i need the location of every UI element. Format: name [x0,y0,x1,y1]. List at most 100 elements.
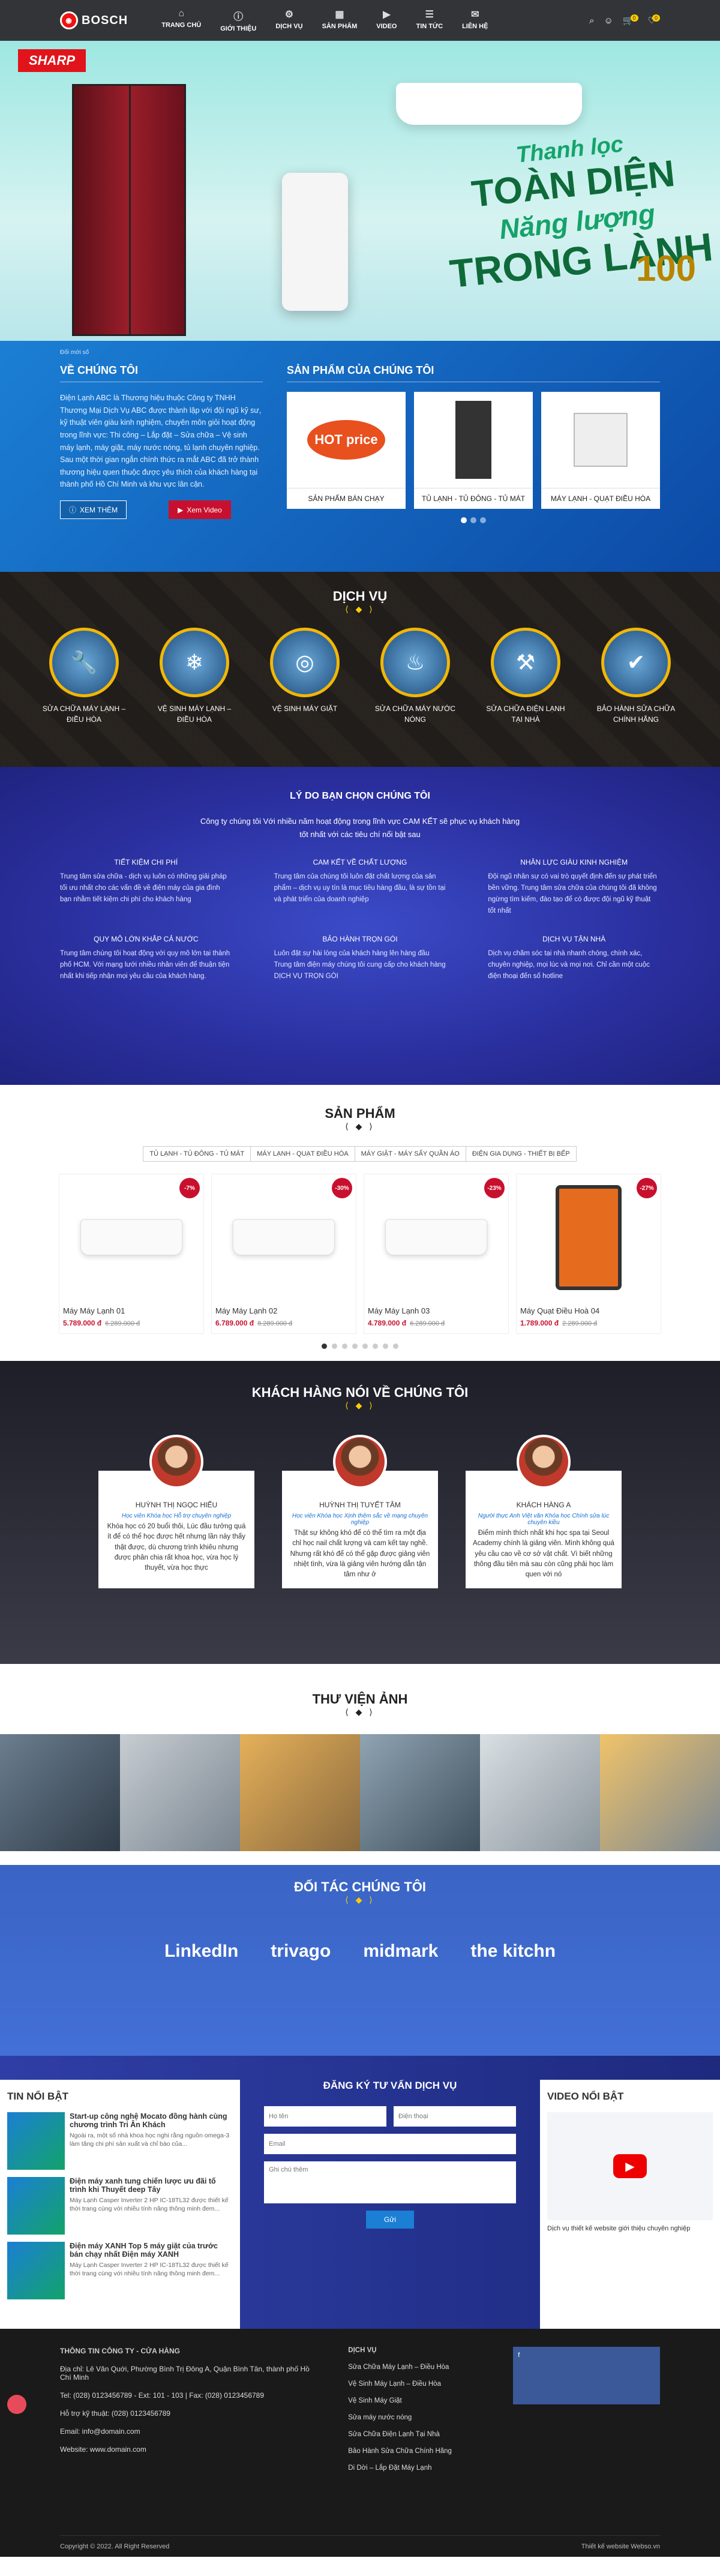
read-more-button[interactable]: ⓘ XEM THÊM [60,500,127,519]
carousel-dot[interactable] [461,517,467,523]
bosch-logo[interactable]: ◉ BOSCH [60,11,128,29]
footer-link[interactable]: Sửa máy nước nóng [348,2414,477,2421]
name-field[interactable]: Họ tên [264,2106,386,2127]
product-card[interactable]: -23% Máy Máy Lạnh 03 4.789.000 đ 6.289.000 … [364,1174,509,1334]
nav-products[interactable]: ▦ SẢN PHẨM [313,8,367,32]
video-player[interactable]: ▶ [547,2112,713,2220]
purifier-image [282,173,348,311]
service-heater-repair[interactable]: ♨ SỬA CHỮA MÁY NƯỚC NÓNG [370,628,460,725]
search-icon[interactable]: ⌕ [589,16,594,26]
carousel-dot[interactable] [470,517,476,523]
partners-title: ĐỐI TÁC CHÚNG TÔI [294,1879,426,1894]
product-card[interactable]: -27% Máy Quạt Điều Hoà 04 1.789.000 đ 2.289… [516,1174,661,1334]
product-image [233,1219,335,1255]
gallery-photo[interactable] [120,1734,240,1851]
tab-ac[interactable]: MÁY LẠNH - QUẠT ĐIỀU HÒA [250,1146,355,1162]
header-tools: ⌕ ☺ 🛒0 ♡0 [589,14,660,26]
nav-news[interactable]: ☰ TIN TỨC [406,8,452,32]
info-icon: ⓘ [233,12,244,22]
news-title: TIN NỔI BẬT [7,2091,68,2102]
section-divider: ⟨ ◆ ⟩ [345,1401,375,1410]
nav-services[interactable]: ⚙ DỊCH VỤ [266,8,312,32]
air-conditioner-image [396,83,582,125]
carousel-dot[interactable] [373,1344,378,1349]
watch-video-button[interactable]: ▶ Xem Video [169,500,231,519]
carousel-dot[interactable] [480,517,486,523]
news-thumb [7,2112,65,2170]
category-card-bestseller[interactable]: HOT price SẢN PHẨM BÁN CHẠY [287,392,406,509]
main-nav: ⌂ TRANG CHỦ ⓘ GIỚI THIỆU ⚙ DỊCH VỤ ▦ SẢN PHẨ… [152,8,497,32]
partner-logo[interactable]: LinkedIn [164,1941,238,1962]
footer-link[interactable]: Vệ Sinh Máy Giặt [348,2397,477,2404]
footer-link[interactable]: Sửa Chữa Máy Lạnh – Điều Hòa [348,2364,477,2371]
home-icon: ⌂ [178,8,185,19]
service-warranty[interactable]: ✔ BẢO HÀNH SỬA CHỮA CHÍNH HÃNG [591,628,681,725]
scroll-top-button[interactable] [7,2395,26,2414]
gallery-photo[interactable] [480,1734,600,1851]
phone-field[interactable]: Điện thoại [394,2106,516,2127]
about-section: Đối mới số VỀ CHÚNG TÔI Điện Lạnh ABC là… [0,341,720,572]
gallery-photo[interactable] [600,1734,720,1851]
footer-link[interactable]: Di Dời – Lắp Đặt Máy Lạnh [348,2464,477,2472]
news-item[interactable]: Start-up công nghệ Mocato đồng hành cùng… [7,2112,233,2170]
home-repair-icon: ⚒ [491,628,560,697]
wishlist-icon[interactable]: ♡0 [648,14,660,26]
design-credit[interactable]: Thiết kế website Webso.vn [581,2543,660,2550]
news-item[interactable]: Điện máy xanh tung chiến lược ưu đãi tố … [7,2177,233,2235]
user-icon[interactable]: ☺ [604,16,613,26]
carousel-dot[interactable] [362,1344,368,1349]
news-thumb [7,2242,65,2299]
nav-about[interactable]: ⓘ GIỚI THIỆU [211,8,266,32]
nav-contact[interactable]: ✉ LIÊN HỆ [452,8,497,32]
category-card-ac[interactable]: MÁY LẠNH - QUẠT ĐIỀU HÒA [541,392,660,509]
section-divider: ⟨ ◆ ⟩ [345,1707,375,1717]
service-ac-repair[interactable]: 🔧 SỬA CHỮA MÁY LẠNH – ĐIỀU HÒA [39,628,129,725]
sale-badge: -30% [332,1178,352,1198]
avatar [333,1435,387,1489]
carousel-dot[interactable] [342,1344,347,1349]
email-field[interactable]: Email [264,2134,516,2154]
footer-link[interactable]: Vệ Sinh Máy Lạnh – Điều Hòa [348,2380,477,2388]
cart-icon[interactable]: 🛒0 [623,14,638,26]
service-ac-clean[interactable]: ❄ VỆ SINH MÁY LẠNH – ĐIỀU HÒA [149,628,239,725]
footer-link[interactable]: Bảo Hành Sửa Chữa Chính Hãng [348,2448,477,2455]
news-thumb [7,2177,65,2235]
product-card[interactable]: -30% Máy Máy Lạnh 02 6.789.000 đ 8.289.000 … [211,1174,356,1334]
category-card-fridge[interactable]: TỦ LẠNH - TỦ ĐÔNG - TỦ MÁT [414,392,533,509]
hot-price-image: HOT price [287,392,406,488]
testimonial-card: HUỲNH THỊ NGỌC HIẾU Học viên Khóa học Hỗ … [98,1435,254,1589]
product-image [80,1219,182,1255]
nav-home[interactable]: ⌂ TRANG CHỦ [152,8,211,32]
tab-washer[interactable]: MÁY GIẶT - MÁY SẤY QUẦN ÁO [354,1146,466,1162]
reason-item: BẢO HÀNH TRỌN GÓI Luôn đặt sự hài lòng củ… [274,935,446,980]
facebook-widget[interactable]: f [513,2347,660,2404]
carousel-dot[interactable] [332,1344,337,1349]
play-icon[interactable]: ▶ [613,2154,647,2178]
gallery-photo[interactable] [360,1734,480,1851]
tab-appliance[interactable]: ĐIỆN GIA DỤNG - THIẾT BỊ BẾP [465,1146,577,1162]
carousel-dot[interactable] [352,1344,358,1349]
cart-badge: 0 [630,14,638,22]
partner-logo[interactable]: trivago [271,1941,331,1962]
form-title: ĐĂNG KÝ TƯ VẤN DỊCH VỤ [323,2080,457,2091]
submit-button[interactable]: Gửi [366,2211,414,2229]
gallery-photo[interactable] [240,1734,360,1851]
reason-item: CAM KẾT VỀ CHẤT LƯỢNG Trung tâm của chúng… [274,858,446,904]
partner-logo[interactable]: midmark [363,1941,438,1962]
partner-logo[interactable]: the kitchn [470,1941,556,1962]
tab-fridge[interactable]: TỦ LẠNH - TỦ ĐÔNG - TỦ MÁT [143,1146,251,1162]
video-caption[interactable]: Dịch vụ thiết kế website giới thiệu chuy… [547,2220,713,2237]
product-card[interactable]: -7% Máy Máy Lạnh 01 5.789.000 đ 6.289.000 đ [59,1174,204,1334]
carousel-dot[interactable] [393,1344,398,1349]
note-field[interactable]: Ghi chú thêm [264,2161,516,2203]
hero-banner[interactable]: SHARP Thanh lọc TOÀN DIỆN Năng lượng TRO… [0,41,720,341]
footer-link[interactable]: Sửa Chữa Điện Lạnh Tại Nhà [348,2431,477,2438]
service-washer-clean[interactable]: ◎ VỆ SINH MÁY GIẶT [260,628,350,725]
nav-video[interactable]: ▶ VIDEO [367,8,406,32]
warranty-icon: ✔ [601,628,671,697]
service-home-repair[interactable]: ⚒ SỬA CHỮA ĐIỆN LẠNH TẠI NHÀ [481,628,571,725]
news-item[interactable]: Điện máy XANH Top 5 máy giặt của trước b… [7,2242,233,2299]
gallery-photo[interactable] [0,1734,120,1851]
carousel-dot[interactable] [322,1344,327,1349]
carousel-dot[interactable] [383,1344,388,1349]
